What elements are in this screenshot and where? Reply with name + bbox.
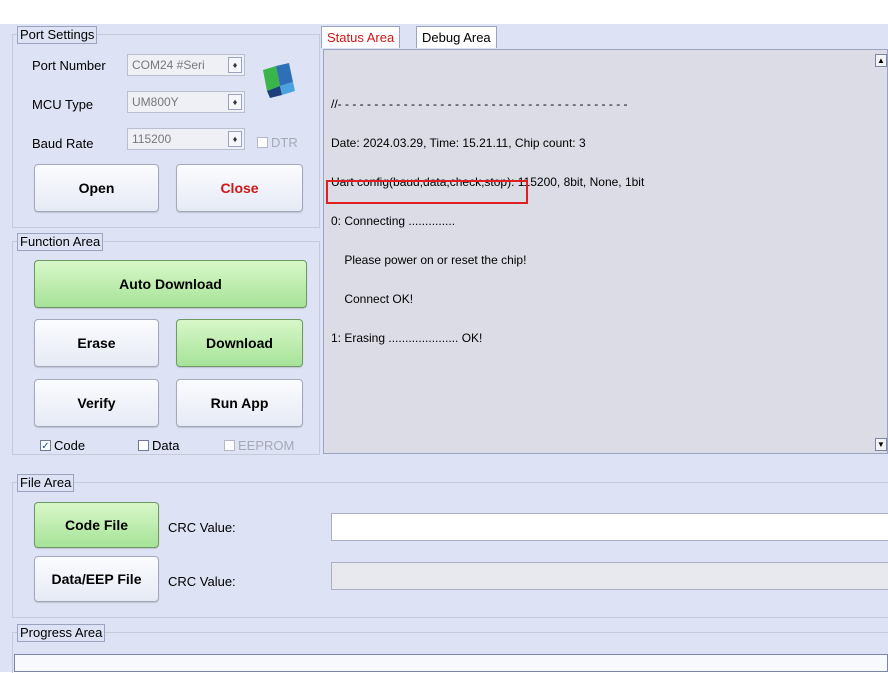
run-app-button[interactable]: Run App xyxy=(176,379,303,427)
chevron-down-icon: ♦ xyxy=(228,57,242,73)
dtr-checkbox[interactable]: DTR xyxy=(257,135,298,150)
close-button-label: Close xyxy=(220,180,259,196)
mcu-type-select[interactable]: UM800Y ♦ xyxy=(127,91,245,113)
chevron-down-icon: ♦ xyxy=(228,94,242,110)
tab-debug-area[interactable]: Debug Area xyxy=(416,26,497,48)
port-number-value: COM24 #Seri xyxy=(132,58,205,72)
log-line: Date: 2024.03.29, Time: 15.21.11, Chip c… xyxy=(331,136,586,150)
data-eep-file-button[interactable]: Data/EEP File xyxy=(34,556,159,602)
chevron-down-icon: ♦ xyxy=(228,131,242,147)
verify-button[interactable]: Verify xyxy=(34,379,159,427)
progress-bar xyxy=(14,654,888,672)
log-line: 0: Connecting .............. xyxy=(331,214,456,228)
code-checkbox[interactable]: ✓ Code xyxy=(40,438,85,453)
eeprom-label: EEPROM xyxy=(238,438,295,453)
erase-button[interactable]: Erase xyxy=(34,319,159,367)
checkbox-box xyxy=(257,137,268,148)
top-edge xyxy=(0,0,888,24)
auto-download-button[interactable]: Auto Download xyxy=(34,260,307,308)
baud-rate-label: Baud Rate xyxy=(32,136,94,151)
port-settings-legend: Port Settings xyxy=(17,26,98,44)
logo-icon xyxy=(263,63,295,98)
open-button[interactable]: Open xyxy=(34,164,159,212)
code-file-path-input[interactable] xyxy=(331,513,888,541)
crc-value-label: CRC Value: xyxy=(168,520,236,535)
run-app-label: Run App xyxy=(210,395,269,411)
mcu-type-value: UM800Y xyxy=(132,95,179,109)
checkmark-icon: ✓ xyxy=(40,440,51,452)
scroll-down-icon[interactable]: ▼ xyxy=(875,438,887,451)
log-line: Please power on or reset the chip! xyxy=(331,253,527,267)
download-button[interactable]: Download xyxy=(176,319,303,367)
app-window: Port Settings Port Number COM24 #Seri ♦ … xyxy=(0,0,888,673)
log-line: Connect OK! xyxy=(331,292,414,306)
crc-value-label: CRC Value: xyxy=(168,574,236,589)
data-checkbox[interactable]: Data xyxy=(138,438,179,453)
tab-debug-area-label: Debug Area xyxy=(422,30,491,45)
data-eep-file-label: Data/EEP File xyxy=(51,571,142,587)
close-button[interactable]: Close xyxy=(176,164,303,212)
function-area-legend: Function Area xyxy=(17,233,104,251)
checkbox-box xyxy=(224,440,235,451)
log-line: //- - - - - - - - - - - - - - - - - - - … xyxy=(331,97,628,111)
baud-rate-value: 115200 xyxy=(132,132,172,146)
eeprom-checkbox[interactable]: EEPROM xyxy=(224,438,294,453)
port-number-label: Port Number xyxy=(32,58,106,73)
log-line: 1: Erasing ..................... OK! xyxy=(331,331,483,345)
code-file-button[interactable]: Code File xyxy=(34,502,159,548)
data-file-path-input[interactable] xyxy=(331,562,888,590)
code-label: Code xyxy=(54,438,86,453)
scroll-up-icon[interactable]: ▲ xyxy=(875,54,887,67)
data-label: Data xyxy=(152,438,180,453)
download-label: Download xyxy=(206,335,273,351)
erase-label: Erase xyxy=(77,335,116,351)
auto-download-label: Auto Download xyxy=(119,276,222,292)
erase-ok-highlight xyxy=(326,180,528,204)
tab-status-area-label: Status Area xyxy=(327,30,395,45)
file-area-legend: File Area xyxy=(17,474,75,492)
tab-status-area[interactable]: Status Area xyxy=(321,26,401,48)
checkbox-box xyxy=(138,440,149,451)
verify-label: Verify xyxy=(77,395,116,411)
open-button-label: Open xyxy=(78,180,115,196)
code-file-label: Code File xyxy=(64,517,128,533)
status-log[interactable]: ▲ ▼ //- - - - - - - - - - - - - - - - - … xyxy=(323,49,888,454)
mcu-type-label: MCU Type xyxy=(32,97,94,112)
progress-area-legend: Progress Area xyxy=(17,624,106,642)
dtr-label: DTR xyxy=(271,135,298,150)
baud-rate-select[interactable]: 115200 ♦ xyxy=(127,128,245,150)
port-number-select[interactable]: COM24 #Seri ♦ xyxy=(127,54,245,76)
log-text: //- - - - - - - - - - - - - - - - - - - … xyxy=(331,72,644,371)
